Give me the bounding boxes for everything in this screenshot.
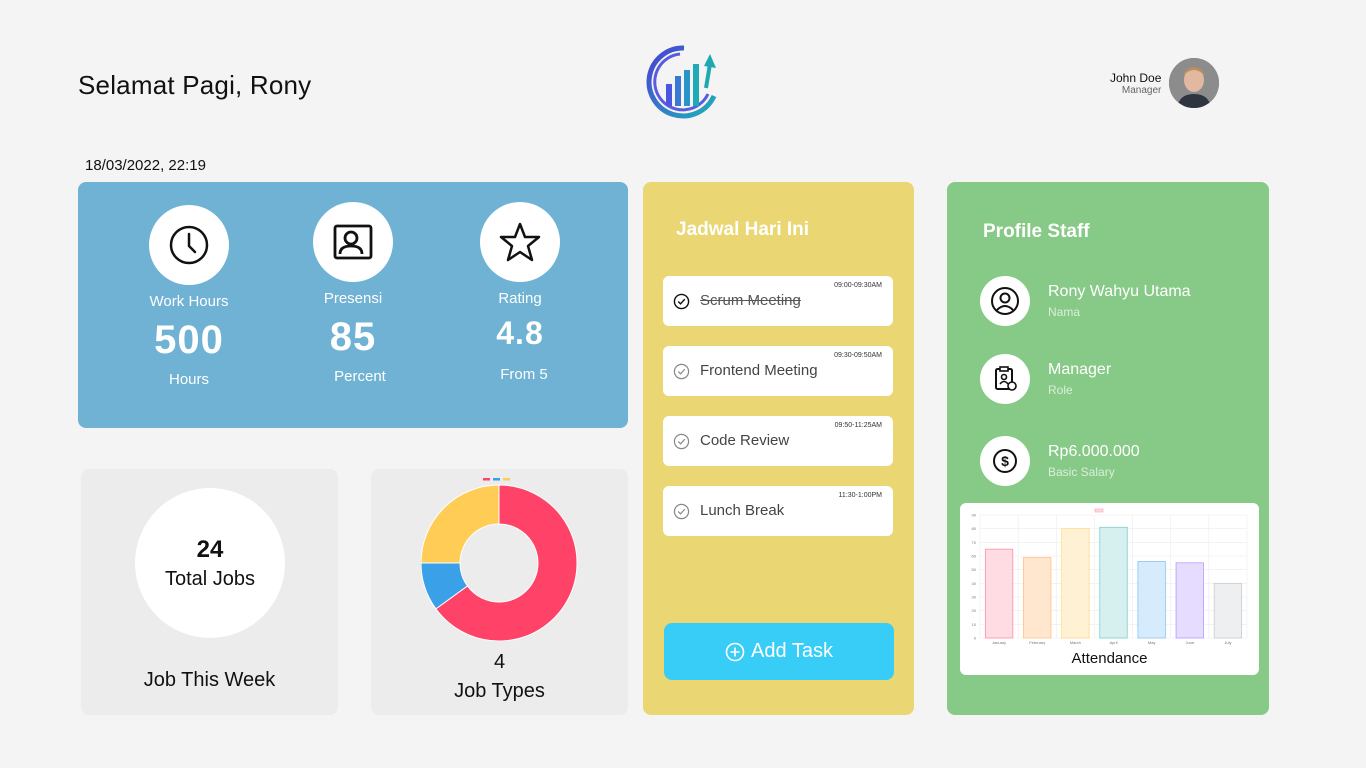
stat-unit: Hours xyxy=(168,371,209,388)
legend-swatch xyxy=(503,478,510,481)
y-tick-label: 80 xyxy=(972,526,977,531)
attendance-bar[interactable] xyxy=(1137,561,1166,639)
dollar-circle-icon: $ xyxy=(993,449,1017,473)
profile-name-key: Nama xyxy=(1048,305,1081,319)
plus-circle-icon xyxy=(725,642,745,661)
user-circle-icon xyxy=(991,287,1019,315)
profile-role-key: Role xyxy=(1048,383,1073,397)
total-jobs-count: 24 xyxy=(196,535,224,563)
current-datetime: 18/03/2022, 22:19 xyxy=(85,157,206,174)
y-tick-label: 70 xyxy=(972,540,977,545)
profile-salary: Rp6.000.000 xyxy=(1048,443,1140,460)
profile-name: Rony Wahyu Utama xyxy=(1048,283,1191,300)
y-tick-label: 90 xyxy=(972,513,977,518)
stats-card: Work Hours 500 Hours Presensi 85 Percent… xyxy=(78,182,628,428)
attendance-bar[interactable] xyxy=(984,548,1014,639)
legend-swatch xyxy=(1094,508,1104,513)
attendance-bar-chart[interactable]: 0 10 20 30 40 50 60 70 80 90 January February March A… xyxy=(960,503,1259,653)
x-tick-label: May xyxy=(1148,640,1156,645)
user-name: John Doe xyxy=(1110,70,1162,85)
stat-rating: Rating 4.8 From 5 xyxy=(450,202,590,383)
profile-title: Profile Staff xyxy=(983,221,1090,242)
y-tick-label: 30 xyxy=(972,595,977,600)
svg-text:$: $ xyxy=(1001,453,1009,469)
profile-panel: Profile Staff Rony Wahyu Utama Nama Mana… xyxy=(947,182,1269,715)
add-task-label: Add Task xyxy=(751,640,833,662)
stat-work-hours: Work Hours 500 Hours xyxy=(119,205,259,388)
add-task-button[interactable]: Add Task xyxy=(664,623,894,680)
schedule-panel: Jadwal Hari Ini 09:00-09:30AM Scrum Meet… xyxy=(643,182,914,715)
user-role: Manager xyxy=(1121,84,1162,96)
stat-unit: From 5 xyxy=(500,366,548,383)
legend-swatch xyxy=(493,478,500,481)
stat-value: 85 xyxy=(329,315,377,359)
stat-value: 4.8 xyxy=(496,315,544,351)
star-icon xyxy=(499,222,541,262)
stat-value: 500 xyxy=(154,318,224,362)
x-tick-label: June xyxy=(1185,640,1194,645)
job-types-donut-chart[interactable] xyxy=(421,477,581,641)
task-time: 09:30-09:50AM xyxy=(834,352,882,359)
task-item[interactable]: 11:30-1:00PM Lunch Break xyxy=(663,486,893,536)
profile-role: Manager xyxy=(1048,361,1112,378)
x-tick-label: March xyxy=(1070,640,1081,645)
attendance-bar[interactable] xyxy=(1061,528,1090,639)
job-types-count: 4 xyxy=(493,651,506,673)
profile-role-row: Manager Role xyxy=(980,354,1111,404)
id-card-icon xyxy=(333,224,373,260)
task-name: Code Review xyxy=(700,432,790,449)
stat-label: Rating xyxy=(498,290,542,307)
task-item[interactable]: 09:30-09:50AM Frontend Meeting xyxy=(663,346,893,396)
clipboard-user-icon xyxy=(995,366,1017,391)
legend-swatch xyxy=(483,478,490,481)
attendance-bar[interactable] xyxy=(1175,562,1204,639)
jobs-card: 24 Total Jobs Job This Week xyxy=(81,469,338,715)
y-tick-label: 0 xyxy=(974,636,977,641)
y-tick-label: 20 xyxy=(972,608,977,613)
attendance-bar[interactable] xyxy=(1213,582,1243,639)
donut-slice[interactable] xyxy=(421,484,500,564)
check-circle-icon[interactable] xyxy=(673,503,690,520)
job-types-card: 4 Job Types xyxy=(371,469,628,715)
task-time: 09:50-11:25AM xyxy=(834,422,882,429)
y-tick-label: 60 xyxy=(972,554,977,559)
avatar[interactable] xyxy=(1169,58,1220,108)
task-item[interactable]: 09:50-11:25AM Code Review xyxy=(663,416,893,466)
attendance-chart-card: 0 10 20 30 40 50 60 70 80 90 January February March A… xyxy=(960,503,1259,675)
check-circle-icon[interactable] xyxy=(673,363,690,380)
y-tick-label: 10 xyxy=(972,622,977,627)
task-name: Lunch Break xyxy=(700,502,785,519)
total-jobs-label: Total Jobs xyxy=(164,567,256,590)
attendance-bar[interactable] xyxy=(1099,526,1128,639)
profile-salary-row: $ Rp6.000.000 Basic Salary xyxy=(980,436,1140,486)
stat-label: Work Hours xyxy=(149,293,229,310)
schedule-title: Jadwal Hari Ini xyxy=(676,219,810,240)
profile-name-row: Rony Wahyu Utama Nama xyxy=(980,276,1191,326)
jobs-caption: Job This Week xyxy=(143,669,276,691)
check-circle-icon[interactable] xyxy=(673,293,690,310)
stat-presensi: Presensi 85 Percent xyxy=(283,202,423,385)
greeting: Selamat Pagi, Rony xyxy=(78,70,312,100)
x-tick-label: February xyxy=(1029,640,1045,645)
x-tick-label: January xyxy=(992,640,1006,645)
stat-unit: Percent xyxy=(334,368,386,385)
task-time: 11:30-1:00PM xyxy=(838,492,882,499)
x-tick-label: July xyxy=(1224,640,1231,645)
app-logo xyxy=(644,44,724,120)
job-types-label: Job Types xyxy=(454,680,545,702)
task-time: 09:00-09:30AM xyxy=(834,282,882,289)
attendance-bar[interactable] xyxy=(1023,556,1052,639)
task-name: Scrum Meeting xyxy=(700,292,801,309)
y-tick-label: 50 xyxy=(972,567,977,572)
attendance-label: Attendance xyxy=(1071,650,1148,667)
clock-icon xyxy=(169,225,209,265)
y-tick-label: 40 xyxy=(972,581,977,586)
user-profile[interactable]: John Doe Manager xyxy=(1110,58,1220,108)
x-tick-label: April xyxy=(1109,640,1117,645)
task-item[interactable]: 09:00-09:30AM Scrum Meeting xyxy=(663,276,893,326)
profile-salary-key: Basic Salary xyxy=(1048,465,1115,479)
task-name: Frontend Meeting xyxy=(700,362,818,379)
check-circle-icon[interactable] xyxy=(673,433,690,450)
stat-label: Presensi xyxy=(323,290,383,307)
